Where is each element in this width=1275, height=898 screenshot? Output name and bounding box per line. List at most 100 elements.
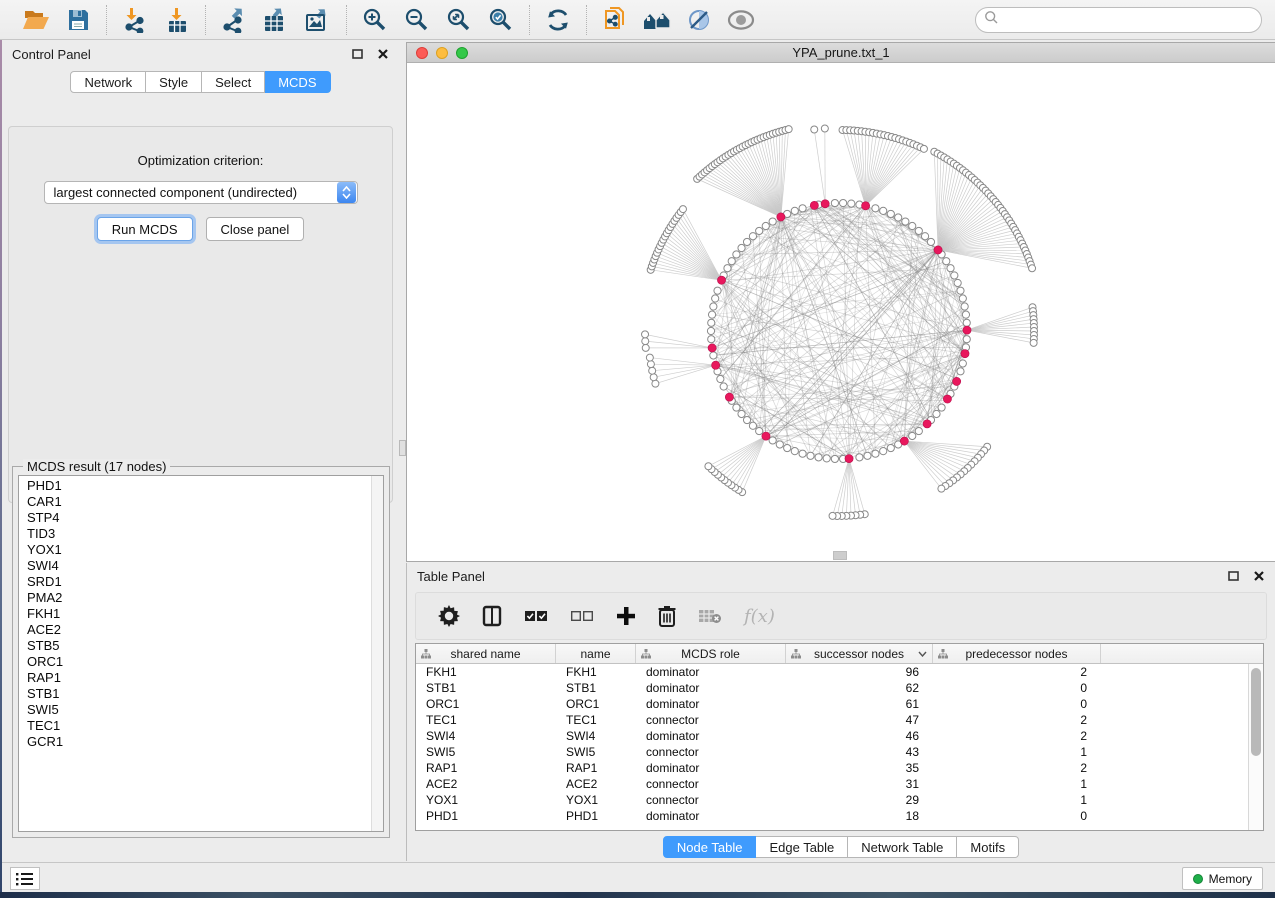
mcds-result-item[interactable]: PHD1 [19,478,371,494]
cell-successor-nodes[interactable]: 35 [786,761,933,775]
tab-node-table[interactable]: Node Table [663,836,757,858]
cell-MCDS-role[interactable]: dominator [636,697,786,711]
cell-shared-name[interactable]: FKH1 [416,665,556,679]
cell-name[interactable]: SWI4 [556,729,636,743]
mcds-result-item[interactable]: CAR1 [19,494,371,510]
cell-MCDS-role[interactable]: dominator [636,665,786,679]
cell-MCDS-role[interactable]: dominator [636,761,786,775]
export-table-icon[interactable] [260,5,292,35]
cell-name[interactable]: RAP1 [556,761,636,775]
cell-shared-name[interactable]: ACE2 [416,777,556,791]
table-row[interactable]: STB1STB1dominator620 [416,680,1248,696]
cell-MCDS-role[interactable]: connector [636,713,786,727]
close-panel-button[interactable]: Close panel [206,217,305,241]
cell-name[interactable]: STB1 [556,681,636,695]
table-row[interactable]: ACE2ACE2connector311 [416,776,1248,792]
cell-successor-nodes[interactable]: 96 [786,665,933,679]
column-header-shared-name[interactable]: shared name [416,644,556,663]
window-maximize-button[interactable] [456,47,468,59]
splitter-grip[interactable] [399,440,406,456]
gear-icon[interactable] [438,605,460,627]
cell-successor-nodes[interactable]: 46 [786,729,933,743]
tab-network-table[interactable]: Network Table [848,836,957,858]
delete-icon[interactable] [658,605,676,627]
cell-name[interactable]: YOX1 [556,793,636,807]
optimization-criterion-select[interactable]: largest connected component (undirected) [44,181,358,204]
mcds-result-item[interactable]: FKH1 [19,606,371,622]
mcds-result-item[interactable]: TEC1 [19,718,371,734]
tab-edge-table[interactable]: Edge Table [756,836,848,858]
mcds-result-item[interactable]: GCR1 [19,734,371,750]
table-row[interactable]: FKH1FKH1dominator962 [416,664,1248,680]
cell-successor-nodes[interactable]: 43 [786,745,933,759]
float-table-panel-icon[interactable] [1225,568,1241,584]
search-input[interactable] [999,10,1261,30]
cell-MCDS-role[interactable]: dominator [636,809,786,823]
mcds-result-item[interactable]: PMA2 [19,590,371,606]
column-header-predecessor-nodes[interactable]: predecessor nodes [933,644,1101,663]
table-row[interactable]: ORC1ORC1dominator610 [416,696,1248,712]
mcds-result-item[interactable]: ORC1 [19,654,371,670]
mcds-result-item[interactable]: SWI5 [19,702,371,718]
cell-successor-nodes[interactable]: 31 [786,777,933,791]
network-titlebar[interactable]: YPA_prune.txt_1 [407,43,1275,63]
mcds-result-list[interactable]: PHD1CAR1STP4TID3YOX1SWI4SRD1PMA2FKH1ACE2… [18,475,384,832]
mcds-result-item[interactable]: TID3 [19,526,371,542]
cell-predecessor-nodes[interactable]: 2 [933,713,1101,727]
column-header-successor-nodes[interactable]: successor nodes [786,644,933,663]
cell-successor-nodes[interactable]: 61 [786,697,933,711]
cell-successor-nodes[interactable]: 47 [786,713,933,727]
zoom-out-icon[interactable] [401,5,433,35]
cell-shared-name[interactable]: YOX1 [416,793,556,807]
tab-select[interactable]: Select [202,71,265,93]
cell-shared-name[interactable]: SWI5 [416,745,556,759]
table-row[interactable]: SWI5SWI5connector431 [416,744,1248,760]
columns-icon[interactable] [482,605,502,627]
tab-motifs[interactable]: Motifs [957,836,1019,858]
mcds-list-scrollbar[interactable] [371,476,383,831]
cell-shared-name[interactable]: RAP1 [416,761,556,775]
tab-network[interactable]: Network [70,71,146,93]
close-panel-icon[interactable] [375,46,391,62]
cell-MCDS-role[interactable]: connector [636,777,786,791]
memory-button[interactable]: Memory [1182,867,1263,890]
table-row[interactable]: RAP1RAP1dominator352 [416,760,1248,776]
cell-shared-name[interactable]: SWI4 [416,729,556,743]
mcds-result-item[interactable]: STP4 [19,510,371,526]
cell-predecessor-nodes[interactable]: 0 [933,681,1101,695]
cell-predecessor-nodes[interactable]: 1 [933,777,1101,791]
table-scrollbar-thumb[interactable] [1251,668,1261,756]
open-file-icon[interactable] [20,5,52,35]
network-canvas[interactable] [407,63,1275,561]
network-canvas-grip[interactable] [833,551,847,560]
save-session-icon[interactable] [62,5,94,35]
cell-successor-nodes[interactable]: 29 [786,793,933,807]
cell-predecessor-nodes[interactable]: 2 [933,729,1101,743]
cell-name[interactable]: ORC1 [556,697,636,711]
tab-mcds[interactable]: MCDS [265,71,330,93]
cell-name[interactable]: FKH1 [556,665,636,679]
cell-MCDS-role[interactable]: connector [636,745,786,759]
cell-shared-name[interactable]: PHD1 [416,809,556,823]
cell-name[interactable]: SWI5 [556,745,636,759]
cell-successor-nodes[interactable]: 62 [786,681,933,695]
float-panel-icon[interactable] [349,46,365,62]
mcds-result-item[interactable]: STB5 [19,638,371,654]
cell-predecessor-nodes[interactable]: 0 [933,809,1101,823]
table-row[interactable]: YOX1YOX1connector291 [416,792,1248,808]
cell-predecessor-nodes[interactable]: 2 [933,665,1101,679]
cell-shared-name[interactable]: STB1 [416,681,556,695]
import-network-icon[interactable] [119,5,151,35]
mcds-result-item[interactable]: ACE2 [19,622,371,638]
search-box[interactable] [975,7,1262,33]
import-table-icon[interactable] [161,5,193,35]
share-document-icon[interactable] [599,5,631,35]
cell-predecessor-nodes[interactable]: 0 [933,697,1101,711]
export-image-icon[interactable] [302,5,334,35]
cell-MCDS-role[interactable]: connector [636,793,786,807]
table-row[interactable]: SWI4SWI4dominator462 [416,728,1248,744]
cell-MCDS-role[interactable]: dominator [636,681,786,695]
mcds-result-item[interactable]: YOX1 [19,542,371,558]
cell-name[interactable]: PHD1 [556,809,636,823]
window-close-button[interactable] [416,47,428,59]
